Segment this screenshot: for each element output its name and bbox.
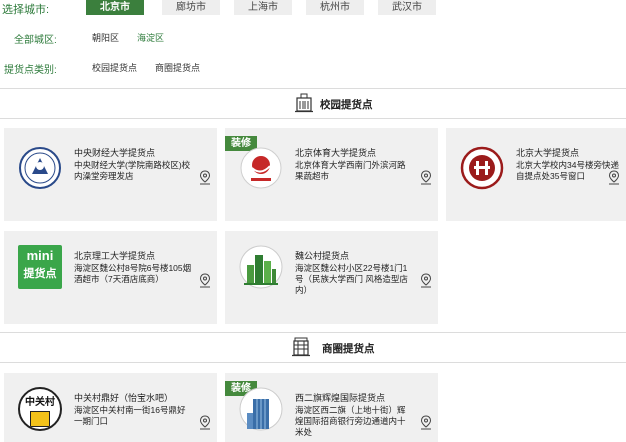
category-option-mall[interactable]: 商圈提货点 — [155, 61, 200, 74]
location-pin-icon[interactable] — [199, 170, 211, 185]
zhongguancun-logo-text: 中关村 — [25, 397, 55, 408]
card-name: 北京理工大学提货点 — [74, 251, 156, 261]
zhongguancun-logo: 中关村 — [18, 387, 62, 431]
district-option-chaoyang[interactable]: 朝阳区 — [92, 31, 119, 44]
city-option-langfang[interactable]: 廊坊市 — [162, 0, 220, 15]
card-name: 北京大学提货点 — [516, 148, 580, 158]
city-option-shanghai[interactable]: 上海市 — [234, 0, 292, 15]
card-name: 西二旗辉煌国际提货点 — [295, 393, 386, 403]
section-header-campus: 校园提货点 — [0, 88, 626, 119]
mini-pickup-logo: mini 提货点 — [18, 245, 62, 289]
section-title-campus: 校园提货点 — [320, 99, 373, 111]
location-pin-icon[interactable] — [420, 415, 432, 430]
city-option-wuhan[interactable]: 武汉市 — [378, 0, 436, 15]
section-title-mall: 商圈提货点 — [322, 343, 375, 355]
pickup-card[interactable]: 中央财经大学提货点 中央财经大学(学院南路校区)校内澡堂旁理发店 — [4, 128, 217, 221]
pickup-card[interactable]: 装修 北京体育大学提货点 北京体育大学西南门外滨河路果蔬超市 — [225, 128, 438, 221]
city-option-hangzhou[interactable]: 杭州市 — [306, 0, 364, 15]
card-address: 海淀区魏公村8号院6号楼105烟酒超市（7天酒店底商） — [74, 263, 192, 284]
mini-logo-text: mini — [26, 248, 54, 263]
school-building-icon — [295, 93, 313, 113]
card-name: 中央财经大学提货点 — [74, 148, 156, 158]
pickup-card[interactable]: 魏公村提货点 海淀区魏公村小区22号楼1门1号（民族大学西门 风格造型店内） — [225, 231, 438, 324]
location-pin-icon[interactable] — [199, 273, 211, 288]
card-address: 海淀区中关村南一街16号鼎好一期门口 — [74, 405, 186, 426]
card-address: 中央财经大学(学院南路校区)校内澡堂旁理发店 — [74, 160, 191, 181]
card-address: 海淀区西二旗（上地十街）辉煌国际招商银行旁边通道内十米处 — [295, 405, 406, 437]
city-option-beijing[interactable]: 北京市 — [86, 0, 144, 15]
pickup-card[interactable]: 中关村 中关村鼎好（怡宝水吧） 海淀区中关村南一街16号鼎好一期门口 — [4, 373, 217, 442]
location-pin-icon[interactable] — [199, 415, 211, 430]
card-name: 魏公村提货点 — [295, 251, 350, 261]
card-address: 北京体育大学西南门外滨河路果蔬超市 — [295, 160, 406, 181]
city-filter-label: 选择城市: — [2, 4, 50, 16]
building-graphic — [30, 411, 50, 427]
location-pin-icon[interactable] — [608, 170, 620, 185]
district-option-haidian[interactable]: 海淀区 — [137, 31, 164, 44]
location-pin-icon[interactable] — [420, 170, 432, 185]
pku-emblem-logo — [460, 146, 504, 190]
pickup-card[interactable]: 装修 西二旗辉煌国际提货点 海淀区西二旗（上地十街）辉煌国际招商银行旁边通道内十… — [225, 373, 438, 442]
pickup-card[interactable]: mini 提货点 北京理工大学提货点 海淀区魏公村8号院6号楼105烟酒超市（7… — [4, 231, 217, 324]
card-address: 海淀区魏公村小区22号楼1门1号（民族大学西门 风格造型店内） — [295, 263, 408, 295]
cufe-emblem-logo — [19, 147, 61, 189]
category-filter-label: 提货点类别: — [4, 65, 57, 76]
category-option-campus[interactable]: 校园提货点 — [92, 61, 137, 74]
card-address: 北京大学校内34号楼旁快递自提点处35号窗口 — [516, 160, 619, 181]
district-filter-label: 全部城区: — [14, 35, 57, 46]
mini-logo-subtext: 提货点 — [23, 268, 57, 280]
tower-logo — [239, 387, 283, 431]
card-name: 中关村鼎好（怡宝水吧） — [74, 393, 174, 403]
card-name: 北京体育大学提货点 — [295, 148, 377, 158]
section-header-mall: 商圈提货点 — [0, 332, 626, 363]
city-buildings-logo — [239, 245, 283, 289]
location-pin-icon[interactable] — [420, 273, 432, 288]
pickup-card[interactable]: 北京大学提货点 北京大学校内34号楼旁快递自提点处35号窗口 — [446, 128, 626, 221]
mall-building-icon — [292, 337, 310, 357]
bsu-emblem-logo — [240, 147, 282, 189]
